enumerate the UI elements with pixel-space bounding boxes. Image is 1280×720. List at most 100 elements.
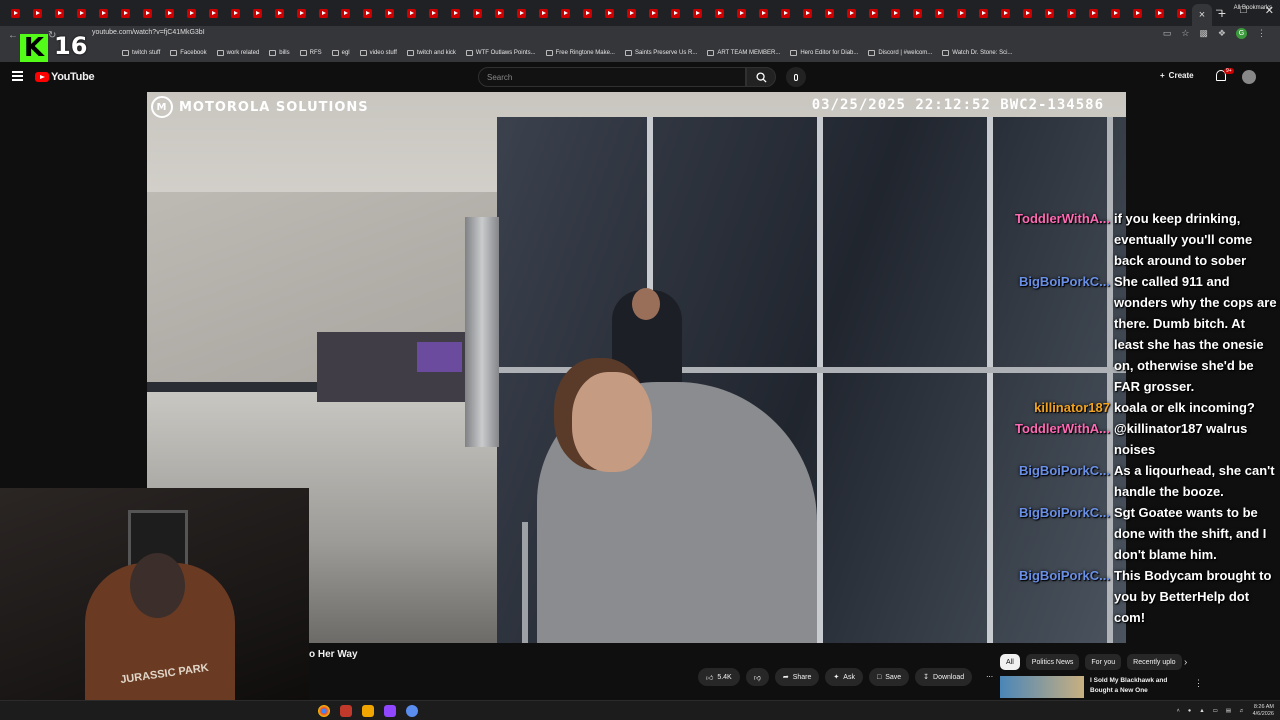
tab-youtube-favicon[interactable] <box>906 4 928 22</box>
bookmark-item[interactable]: twitch and kick <box>406 50 456 56</box>
ask-button[interactable]: ✦ Ask <box>825 668 863 686</box>
tab-youtube-favicon[interactable] <box>268 4 290 22</box>
tab-youtube-favicon[interactable] <box>334 4 356 22</box>
mic-tray-icon[interactable]: ● <box>1188 708 1191 714</box>
tab-youtube-favicon[interactable] <box>840 4 862 22</box>
tab-youtube-favicon[interactable] <box>1148 4 1170 22</box>
tab-youtube-favicon[interactable] <box>158 4 180 22</box>
search-input[interactable]: Search <box>478 67 746 87</box>
volume-icon[interactable]: ♬ <box>1239 708 1245 714</box>
tab-youtube-favicon[interactable] <box>136 4 158 22</box>
tab-youtube-favicon[interactable] <box>26 4 48 22</box>
bookmark-item[interactable]: bills <box>269 50 290 56</box>
tab-youtube-favicon[interactable] <box>224 4 246 22</box>
display-icon[interactable]: ▭ <box>1213 708 1218 714</box>
bookmark-item[interactable]: Free Ringtone Make... <box>545 50 615 56</box>
chevron-up-icon[interactable]: ˄ <box>1177 708 1180 714</box>
bookmark-item[interactable]: Facebook <box>170 50 207 56</box>
youtube-logo-text[interactable]: YouTube <box>51 71 95 83</box>
bookmark-item[interactable]: egl <box>331 50 350 56</box>
more-actions-button[interactable]: ⋯ <box>978 668 1001 686</box>
tab-youtube-favicon[interactable] <box>928 4 950 22</box>
recommended-more-icon[interactable]: ⋮ <box>1194 678 1203 689</box>
bookmark-item[interactable]: twitch stuff <box>122 50 160 56</box>
recommended-title[interactable]: I Sold My Blackhawk and Bought a New One <box>1090 676 1186 698</box>
profile-avatar[interactable]: G <box>1236 28 1247 39</box>
tab-youtube-favicon[interactable] <box>884 4 906 22</box>
tab-youtube-favicon[interactable] <box>730 4 752 22</box>
bookmark-item[interactable]: work related <box>216 50 259 56</box>
tab-youtube-favicon[interactable] <box>444 4 466 22</box>
tab-youtube-favicon[interactable] <box>92 4 114 22</box>
tab-youtube-favicon[interactable] <box>1038 4 1060 22</box>
filter-chip[interactable]: Politics News <box>1025 654 1080 670</box>
tab-youtube-favicon[interactable] <box>114 4 136 22</box>
tab-youtube-favicon[interactable] <box>510 4 532 22</box>
jetbrains-icon[interactable] <box>362 705 374 717</box>
tab-youtube-favicon[interactable] <box>488 4 510 22</box>
tab-youtube-favicon[interactable] <box>1104 4 1126 22</box>
bookmark-item[interactable]: WTF Outlaws Points... <box>465 50 536 56</box>
recommended-video[interactable]: I Sold My Blackhawk and Bought a New One <box>1000 676 1186 698</box>
tab-youtube-favicon[interactable] <box>48 4 70 22</box>
tab-youtube-favicon[interactable] <box>972 4 994 22</box>
all-bookmarks-button[interactable]: All Bookmarks <box>1234 5 1272 11</box>
tab-youtube-favicon[interactable] <box>642 4 664 22</box>
menu-dots-icon[interactable]: ⋮ <box>1257 28 1266 39</box>
tab-youtube-favicon[interactable] <box>202 4 224 22</box>
tab-youtube-favicon[interactable] <box>598 4 620 22</box>
create-button[interactable]: + Create <box>1160 71 1194 80</box>
tab-youtube-favicon[interactable] <box>246 4 268 22</box>
tab-youtube-favicon[interactable] <box>620 4 642 22</box>
tab-youtube-favicon[interactable] <box>466 4 488 22</box>
filter-chip[interactable]: For you <box>1085 654 1122 670</box>
voice-search-button[interactable] <box>786 67 806 87</box>
tab-youtube-favicon[interactable] <box>708 4 730 22</box>
tab-youtube-favicon[interactable] <box>4 4 26 22</box>
tab-youtube-favicon[interactable] <box>290 4 312 22</box>
tab-youtube-favicon[interactable] <box>356 4 378 22</box>
tab-youtube-favicon[interactable] <box>400 4 422 22</box>
filter-chip[interactable]: Recently uplo <box>1127 654 1182 670</box>
tab-youtube-favicon[interactable] <box>1126 4 1148 22</box>
active-tab-close-icon[interactable]: × <box>1192 4 1212 26</box>
dislike-button[interactable]: 👎︎ <box>745 668 769 686</box>
tab-youtube-favicon[interactable] <box>818 4 840 22</box>
settings-gear-icon[interactable] <box>406 705 418 717</box>
tab-youtube-favicon[interactable] <box>994 4 1016 22</box>
minimize-icon[interactable]: – <box>1216 4 1222 17</box>
tab-youtube-favicon[interactable] <box>664 4 686 22</box>
tab-youtube-favicon[interactable] <box>576 4 598 22</box>
network-icon[interactable]: ▤ <box>1226 708 1231 714</box>
tab-youtube-favicon[interactable] <box>1170 4 1192 22</box>
chips-next-icon[interactable]: › <box>1184 657 1187 668</box>
tab-youtube-favicon[interactable] <box>796 4 818 22</box>
star-icon[interactable]: ☆ <box>1181 28 1189 39</box>
media-app-icon[interactable] <box>340 705 352 717</box>
tab-youtube-favicon[interactable] <box>1060 4 1082 22</box>
tab-youtube-favicon[interactable] <box>422 4 444 22</box>
tab-youtube-favicon[interactable] <box>378 4 400 22</box>
youtube-logo-icon[interactable] <box>35 72 49 82</box>
extensions-puzzle-icon[interactable]: ❖ <box>1218 28 1226 39</box>
tab-youtube-favicon[interactable] <box>180 4 202 22</box>
chrome-icon[interactable] <box>318 705 330 717</box>
search-button[interactable] <box>746 67 776 87</box>
bookmark-item[interactable]: Discord | #welcom... <box>868 50 932 56</box>
tab-youtube-favicon[interactable] <box>1016 4 1038 22</box>
url-field[interactable]: youtube.com/watch?v=fjC41MkG3bI <box>92 29 205 36</box>
bookmark-item[interactable]: ART TEAM MEMBER... <box>707 50 780 56</box>
tab-youtube-favicon[interactable] <box>532 4 554 22</box>
tab-youtube-favicon[interactable] <box>1082 4 1104 22</box>
hamburger-menu-icon[interactable] <box>12 71 23 81</box>
tab-youtube-favicon[interactable] <box>862 4 884 22</box>
twitch-icon[interactable] <box>384 705 396 717</box>
tab-youtube-favicon[interactable] <box>554 4 576 22</box>
back-icon[interactable]: ← <box>8 30 18 41</box>
tab-youtube-favicon[interactable] <box>70 4 92 22</box>
extension-icon[interactable]: ▩ <box>1199 28 1208 39</box>
recommended-thumbnail[interactable] <box>1000 676 1084 698</box>
share-button[interactable]: ➦ Share <box>774 668 820 686</box>
clock[interactable]: 8:26 AM 4/6/2026 <box>1253 704 1274 718</box>
bookmark-item[interactable]: Saints Preserve Us R... <box>624 50 697 56</box>
